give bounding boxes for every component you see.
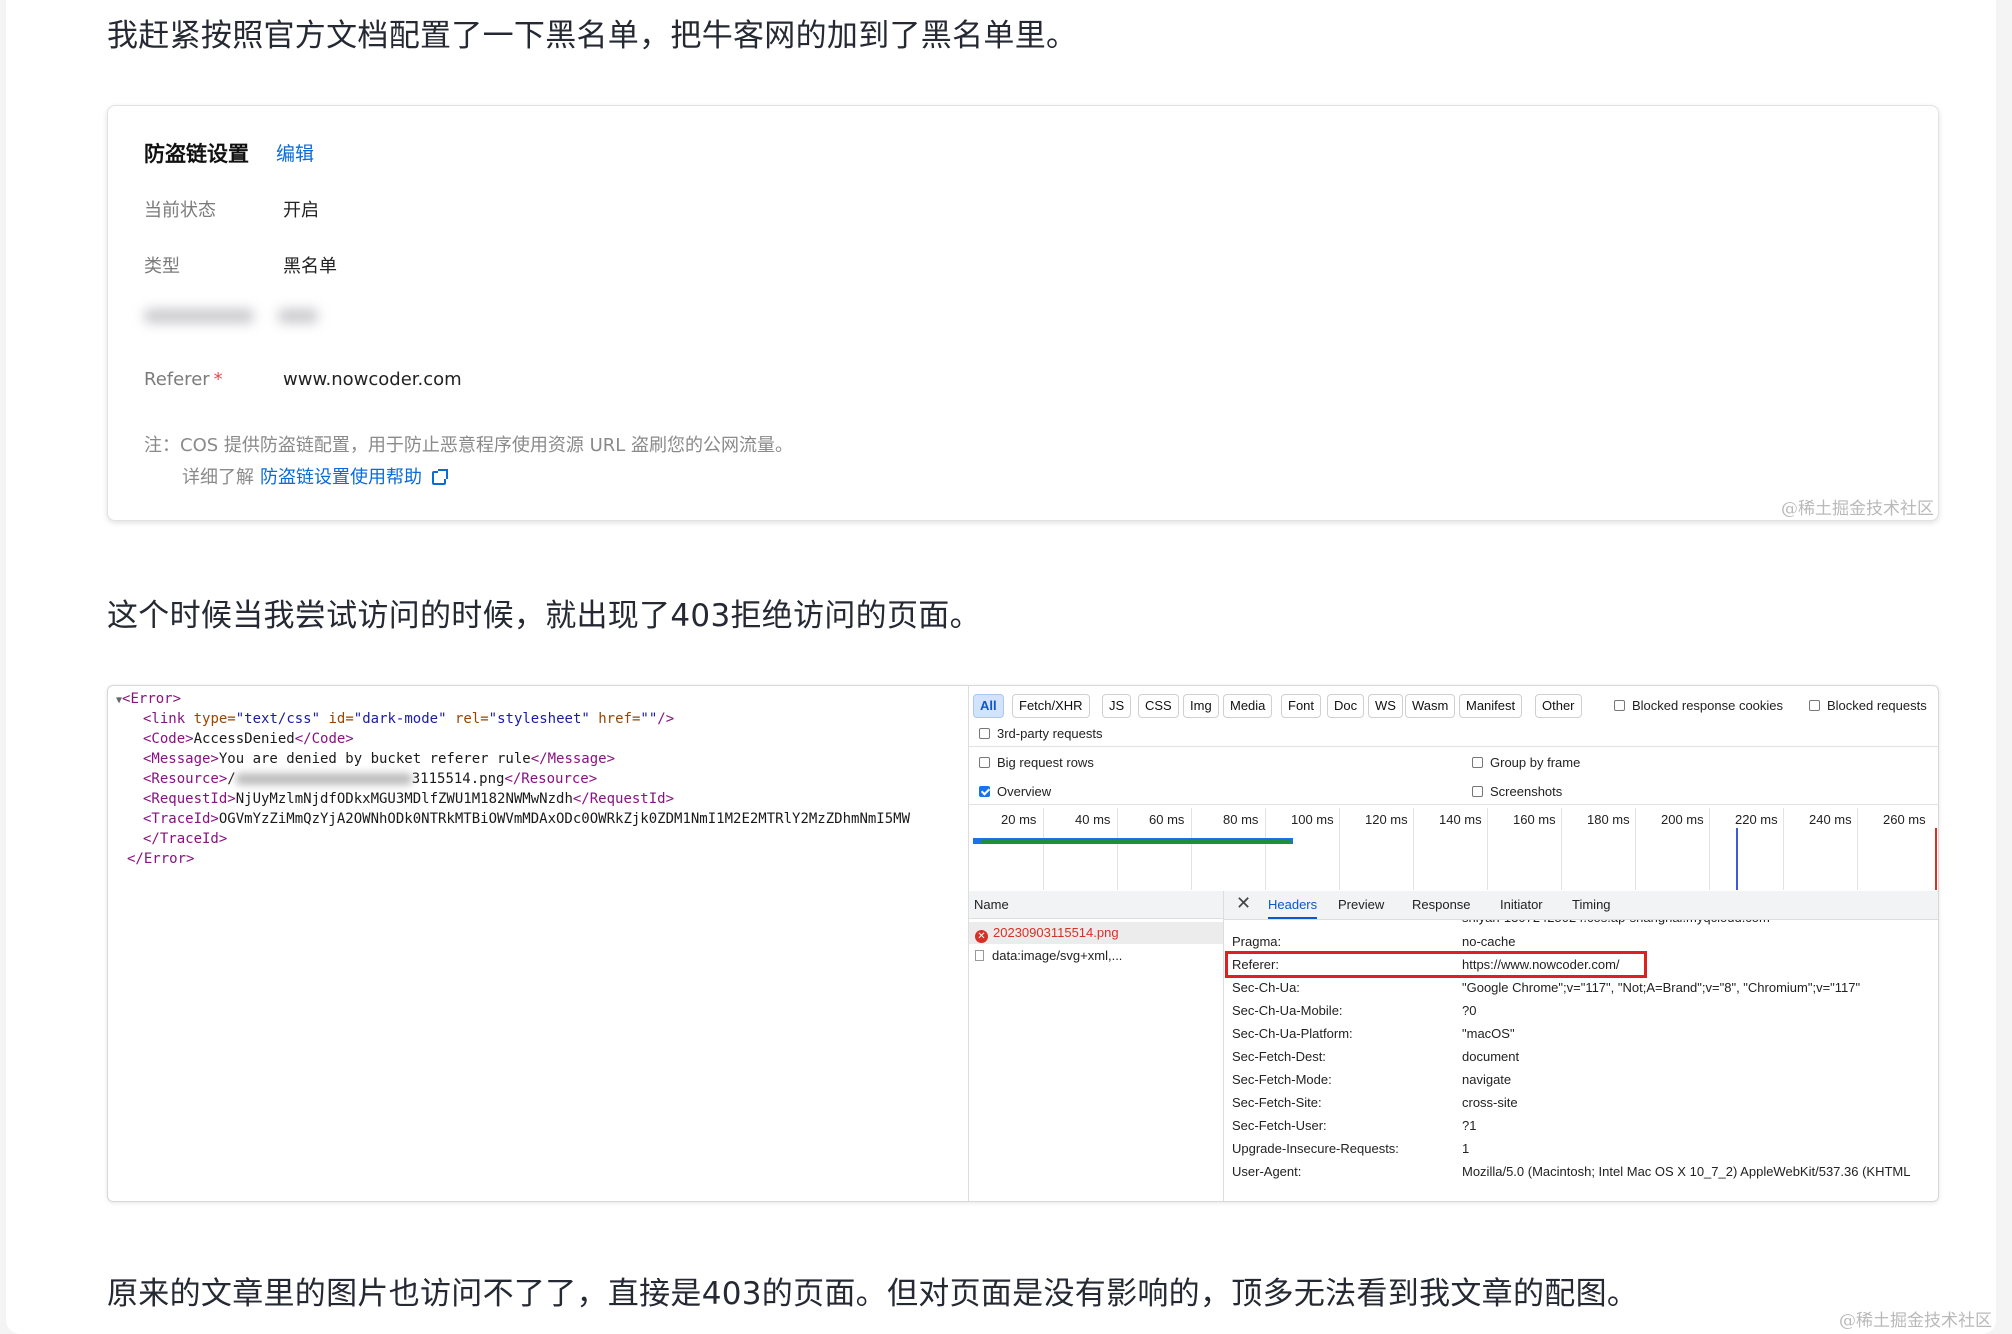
- filter-font[interactable]: Font: [1281, 694, 1322, 718]
- xml-line-error-open: ▼<Error>: [116, 691, 182, 707]
- devtools-network-panel: All Fetch/XHR JS CSS Img Media Font Doc …: [968, 686, 1938, 1201]
- screenshots-checkbox[interactable]: Screenshots: [1472, 784, 1562, 799]
- tick-label: 140 ms: [1439, 812, 1482, 827]
- referer-value: www.nowcoder.com: [283, 369, 462, 390]
- filter-other[interactable]: Other: [1535, 694, 1582, 718]
- filter-fetch-xhr[interactable]: Fetch/XHR: [1012, 694, 1090, 718]
- file-icon: [975, 950, 984, 961]
- hotlink-settings-card: 防盗链设置 编辑 当前状态 开启 类型 黑名单 Referer * www.now…: [107, 105, 1939, 521]
- overview-checkbox[interactable]: Overview: [979, 784, 1051, 799]
- xml-line-resource: <Resource>/3115514.png</Resource>: [143, 771, 598, 787]
- tab-timing[interactable]: Timing: [1572, 891, 1611, 919]
- external-link-icon[interactable]: [432, 469, 448, 485]
- filter-media[interactable]: Media: [1223, 694, 1273, 718]
- header-row: Upgrade-Insecure-Requests: 1: [1232, 1141, 1470, 1156]
- name-column-header[interactable]: Name: [969, 891, 1223, 919]
- filter-css[interactable]: CSS: [1138, 694, 1179, 718]
- tick-label: 80 ms: [1223, 812, 1259, 827]
- header-row: Sec-Ch-Ua-Platform: "macOS": [1232, 1026, 1515, 1041]
- tick-label: 20 ms: [1001, 812, 1037, 827]
- status-value: 开启: [283, 200, 319, 221]
- card-title: 防盗链设置: [144, 142, 249, 166]
- header-row: Sec-Ch-Ua: "Google Chrome";v="117", "Not;…: [1232, 980, 1861, 995]
- paragraph-3: 原来的文章里的图片也访问不了了，直接是403的页面。但对页面是没有影响的，顶多无…: [107, 1276, 1639, 1312]
- tab-initiator[interactable]: Initiator: [1500, 891, 1543, 919]
- card-watermark: @稀土掘金技术社区: [1781, 499, 1934, 519]
- filter-ws[interactable]: WS: [1368, 694, 1403, 718]
- xml-line-error-close: </Error>: [127, 851, 195, 867]
- tick-label: 200 ms: [1661, 812, 1704, 827]
- tab-preview[interactable]: Preview: [1338, 891, 1384, 919]
- type-label: 类型: [144, 256, 180, 277]
- load-line: [1935, 828, 1937, 890]
- xml-line-traceid: <TraceId>OGVmYzZiMmQzYjA2OWNhODk0NTRkMTB…: [143, 811, 911, 827]
- header-row: Sec-Fetch-User: ?1: [1232, 1118, 1477, 1133]
- request-list: Name ✕ 20230903115514.png data:image/svg+…: [969, 891, 1224, 1201]
- filter-manifest[interactable]: Manifest: [1459, 694, 1523, 718]
- dom-content-loaded-line: [1736, 828, 1738, 890]
- blocked-requests-checkbox[interactable]: Blocked requests: [1809, 698, 1927, 713]
- xml-line-requestid: <RequestId>NjUyMzlmNjdfODkxMGU3MDlfZWU1M…: [143, 791, 675, 807]
- edit-link[interactable]: 编辑: [276, 139, 314, 166]
- filter-all[interactable]: All: [973, 694, 1004, 718]
- paragraph-1: 我赶紧按照官方文档配置了一下黑名单，把牛客网的加到了黑名单里。: [107, 18, 1078, 54]
- status-label: 当前状态: [144, 200, 216, 221]
- error-icon: ✕: [975, 930, 988, 943]
- xml-line-traceid-close: </TraceId>: [143, 831, 228, 847]
- xml-line-code: <Code>AccessDenied</Code>: [143, 731, 354, 747]
- header-row: Sec-Fetch-Site: cross-site: [1232, 1095, 1518, 1110]
- blocked-cookies-checkbox[interactable]: Blocked response cookies: [1614, 698, 1783, 713]
- filter-doc[interactable]: Doc: [1327, 694, 1365, 718]
- card-note: 注：COS 提供防盗链配置，用于防止恶意程序使用资源 URL 盗刷您的公网流量。: [144, 435, 794, 456]
- header-row: Sec-Fetch-Dest: document: [1232, 1049, 1520, 1064]
- request-row[interactable]: ✕ 20230903115514.png: [969, 922, 1223, 944]
- tick-label: 260 ms: [1883, 812, 1926, 827]
- xml-line-link: <link type="text/css" id="dark-mode" rel…: [143, 711, 675, 727]
- waterfall-bar-green: [981, 839, 1291, 843]
- page-watermark: @稀土掘金技术社区: [1839, 1311, 1992, 1331]
- details-tabs: ✕ Headers Preview Response Initiator Tim…: [1224, 891, 1938, 920]
- xml-viewer: ▼<Error> <link type="text/css" id="dark-…: [108, 686, 966, 1201]
- group-by-frame-checkbox[interactable]: Group by frame: [1472, 755, 1580, 770]
- paragraph-2: 这个时候当我尝试访问的时候，就出现了403拒绝访问的页面。: [107, 598, 981, 634]
- error-screenshot: ▼<Error> <link type="text/css" id="dark-…: [107, 685, 1939, 1202]
- referer-highlight-box: [1225, 951, 1647, 978]
- request-details: ✕ Headers Preview Response Initiator Tim…: [1224, 891, 1938, 1201]
- card-more: 详细了解 防盗链设置使用帮助: [182, 463, 448, 489]
- tab-headers[interactable]: Headers: [1268, 891, 1318, 919]
- tick-label: 240 ms: [1809, 812, 1852, 827]
- filter-wasm[interactable]: Wasm: [1405, 694, 1456, 718]
- help-link[interactable]: 防盗链设置使用帮助: [260, 467, 422, 488]
- tick-label: 60 ms: [1149, 812, 1185, 827]
- tick-label: 180 ms: [1587, 812, 1630, 827]
- tick-label: 160 ms: [1513, 812, 1556, 827]
- header-row-host-partial: shiyan-13072425024.cos.ap-shanghai.myqcl…: [1224, 920, 1938, 930]
- xml-line-message: <Message>You are denied by bucket refere…: [143, 751, 616, 767]
- third-party-checkbox[interactable]: 3rd-party requests: [979, 726, 1103, 741]
- tick-label: 40 ms: [1075, 812, 1111, 827]
- big-rows-checkbox[interactable]: Big request rows: [979, 755, 1094, 770]
- header-row: Sec-Ch-Ua-Mobile: ?0: [1232, 1003, 1477, 1018]
- filter-js[interactable]: JS: [1102, 694, 1132, 718]
- filter-img[interactable]: Img: [1183, 694, 1219, 718]
- referer-label: Referer *: [144, 369, 223, 390]
- tab-response[interactable]: Response: [1412, 891, 1471, 919]
- close-icon[interactable]: ✕: [1236, 893, 1251, 914]
- network-overview-timeline[interactable]: 20 ms 40 ms 60 ms 80 ms 100 ms 120 ms 14…: [969, 808, 1938, 890]
- tick-label: 120 ms: [1365, 812, 1408, 827]
- header-row: Sec-Fetch-Mode: navigate: [1232, 1072, 1512, 1087]
- type-value: 黑名单: [283, 256, 337, 277]
- blurred-row: [144, 301, 354, 331]
- header-row: Pragma: no-cache: [1232, 934, 1516, 949]
- request-row[interactable]: data:image/svg+xml,...: [969, 945, 1223, 967]
- tick-label: 100 ms: [1291, 812, 1334, 827]
- article-page: 我赶紧按照官方文档配置了一下黑名单，把牛客网的加到了黑名单里。 防盗链设置 编辑…: [6, 0, 1996, 1334]
- header-row: User-Agent: Mozilla/5.0 (Macintosh; Intel…: [1232, 1164, 1911, 1179]
- tick-label: 220 ms: [1735, 812, 1778, 827]
- filter-bar: All Fetch/XHR JS CSS Img Media Font Doc …: [969, 694, 1938, 718]
